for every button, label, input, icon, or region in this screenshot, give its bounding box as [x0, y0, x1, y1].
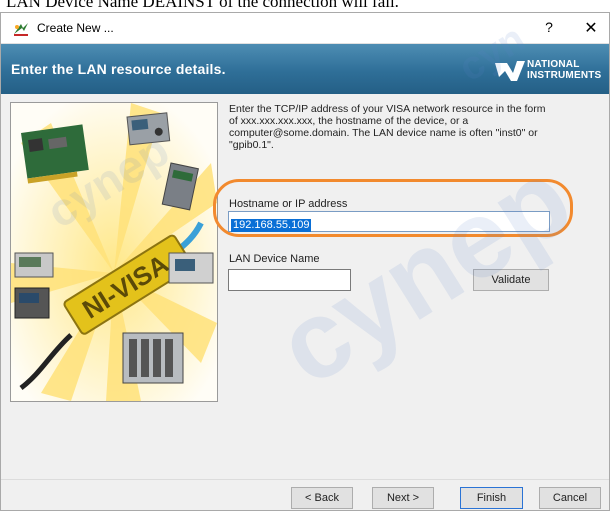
- ni-max-icon: [14, 23, 28, 36]
- create-new-dialog: Create New ... ? ✕ Enter the LAN resourc…: [0, 12, 610, 511]
- help-button[interactable]: ?: [539, 19, 559, 35]
- lan-device-name-input[interactable]: [228, 269, 351, 291]
- logo-text-national: NATIONAL: [527, 59, 580, 70]
- ni-eagle-icon: [495, 61, 525, 81]
- cancel-button[interactable]: Cancel: [539, 487, 601, 509]
- instructions-text: Enter the TCP/IP address of your VISA ne…: [229, 103, 546, 151]
- document-caption: LAN Device Name DEAINST of the connectio…: [6, 0, 399, 11]
- logo-text-instruments: INSTRUMENTS: [527, 70, 602, 81]
- lan-device-name-label: LAN Device Name: [229, 253, 320, 265]
- next-button[interactable]: Next >: [372, 487, 434, 509]
- window-title: Create New ...: [37, 21, 114, 35]
- footer-divider: [1, 479, 609, 480]
- hostname-selected-value: 192.168.55.109: [231, 219, 312, 232]
- back-button[interactable]: < Back: [291, 487, 353, 509]
- validate-button[interactable]: Validate: [473, 269, 549, 291]
- finish-button[interactable]: Finish: [460, 487, 523, 509]
- ni-visa-illustration: NI-VISA: [10, 102, 218, 402]
- close-button[interactable]: ✕: [581, 18, 601, 38]
- hostname-input[interactable]: 192.168.55.109: [228, 211, 550, 232]
- ni-visa-instruments-illustration: NI-VISA: [11, 103, 217, 401]
- title-bar[interactable]: Create New ... ? ✕: [1, 13, 609, 44]
- national-instruments-logo: NATIONAL INSTRUMENTS: [495, 57, 607, 85]
- hostname-label: Hostname or IP address: [229, 198, 348, 210]
- page-heading: Enter the LAN resource details.: [11, 61, 226, 77]
- header-banner: Enter the LAN resource details. NATIONAL…: [1, 44, 609, 94]
